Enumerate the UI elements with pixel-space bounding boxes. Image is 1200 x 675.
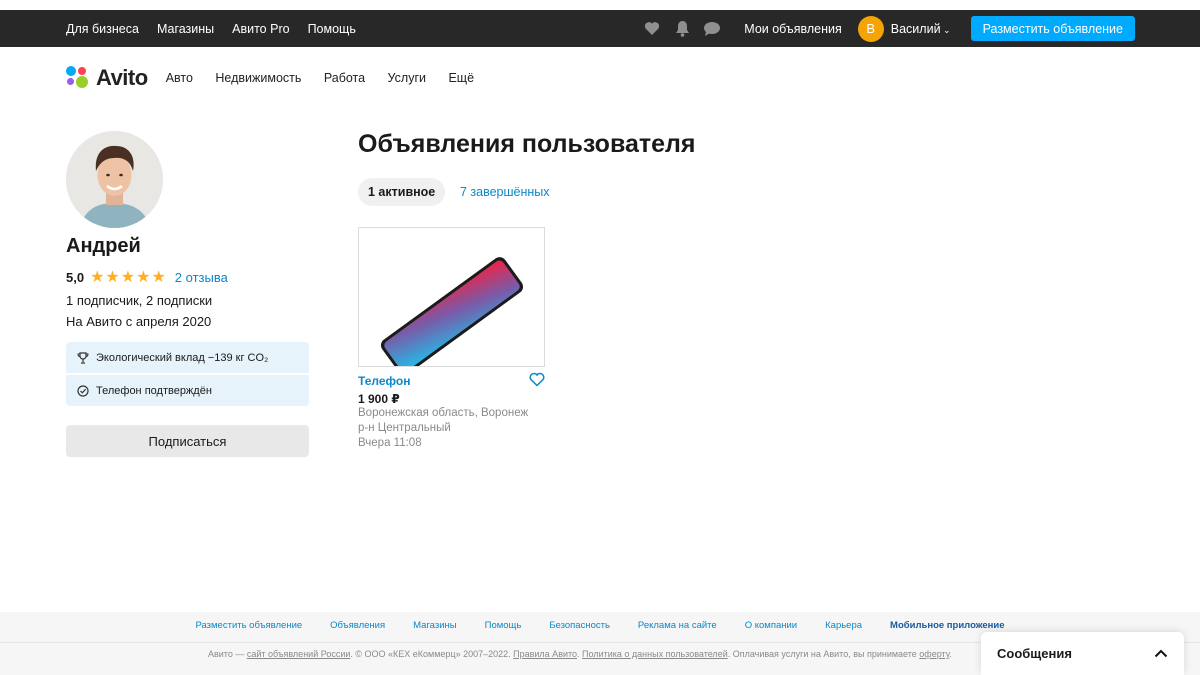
copy-tail: . Оплачивая услуги на Авито, вы принимае…: [727, 649, 920, 659]
check-circle-icon: [76, 384, 90, 398]
copy-link-site[interactable]: сайт объявлений России: [247, 649, 351, 659]
top-link-help[interactable]: Помощь: [308, 22, 356, 36]
favorite-heart-icon[interactable]: [529, 372, 545, 388]
copy-link-offer[interactable]: оферту: [919, 649, 949, 659]
listing-location-district: р-н Центральный: [358, 422, 451, 434]
footer-link-shops[interactable]: Магазины: [413, 620, 456, 631]
trophy-icon: [76, 351, 90, 365]
nav-realty[interactable]: Недвижимость: [215, 71, 301, 85]
bell-icon[interactable]: [672, 19, 692, 39]
rating-stars-icon: ★★★★★: [90, 269, 167, 286]
avito-logo[interactable]: Avito: [66, 65, 148, 91]
top-links: Для бизнеса Магазины Авито Pro Помощь: [66, 10, 374, 47]
footer-link-post-ad[interactable]: Разместить объявление: [195, 620, 302, 631]
top-right: Мои объявления В Василий ⌄ Разместить об…: [632, 10, 1135, 47]
eco-contribution: Экологический вклад −139 кг CO₂: [66, 342, 309, 373]
footer-links: Разместить объявление Объявления Магазин…: [0, 620, 1200, 631]
main-header: Avito Авто Недвижимость Работа Услуги Ещ…: [66, 60, 492, 96]
tab-active-listings[interactable]: 1 активное: [358, 178, 446, 206]
my-ads-link[interactable]: Мои объявления: [744, 22, 842, 36]
post-ad-button[interactable]: Разместить объявление: [970, 16, 1135, 41]
copy-prefix: Авито —: [208, 649, 247, 659]
copy-link-privacy[interactable]: Политика о данных пользователей: [582, 649, 728, 659]
heart-icon[interactable]: [642, 19, 662, 39]
subscriptions-info: 1 подписчик, 2 подписки: [66, 293, 213, 308]
rating-score: 5,0: [66, 269, 85, 285]
copy-link-rules[interactable]: Правила Авито: [513, 649, 577, 659]
listing-image[interactable]: [358, 227, 545, 367]
user-menu[interactable]: Василий ⌄: [891, 22, 951, 36]
user-name: Василий: [890, 21, 941, 36]
top-link-avito-pro[interactable]: Авито Pro: [232, 22, 289, 36]
logo-dots-icon: [66, 66, 90, 90]
chat-icon[interactable]: [702, 19, 722, 39]
nav-services[interactable]: Услуги: [388, 71, 426, 85]
footer-link-about[interactable]: О компании: [745, 620, 797, 631]
copy-end: .: [949, 649, 952, 659]
listing-price: 1 900 ₽: [358, 392, 400, 406]
phone-verified: Телефон подтверждён: [66, 375, 309, 406]
footer-link-ads[interactable]: Объявления: [330, 620, 385, 631]
nav-more[interactable]: Ещё: [448, 71, 474, 85]
footer-link-mobile-app[interactable]: Мобильное приложение: [890, 620, 1005, 631]
top-link-business[interactable]: Для бизнеса: [66, 22, 139, 36]
profile-avatar: [66, 131, 163, 228]
profile-name: Андрей: [66, 235, 141, 257]
logo-text: Avito: [96, 65, 148, 90]
category-nav: Авто Недвижимость Работа Услуги Ещё: [166, 69, 492, 87]
chevron-down-icon: ⌄: [940, 24, 951, 35]
top-link-shops[interactable]: Магазины: [157, 22, 214, 36]
page-title: Объявления пользователя: [358, 130, 696, 158]
listing-date: Вчера 11:08: [358, 437, 422, 449]
member-since: На Авито с апреля 2020: [66, 314, 212, 329]
tab-completed-listings[interactable]: 7 завершённых: [460, 178, 550, 206]
footer-link-advertising[interactable]: Реклама на сайте: [638, 620, 717, 631]
listing-title[interactable]: Телефон: [358, 374, 410, 388]
chevron-up-icon[interactable]: [1154, 645, 1168, 663]
top-bar: Для бизнеса Магазины Авито Pro Помощь Мо…: [0, 10, 1200, 47]
footer-copyright: Авито — сайт объявлений России. © ООО «К…: [208, 649, 952, 659]
reviews-link[interactable]: 2 отзыва: [175, 270, 228, 285]
footer-link-safety[interactable]: Безопасность: [549, 620, 610, 631]
eco-text: Экологический вклад −139 кг CO₂: [96, 351, 269, 364]
phone-verified-text: Телефон подтверждён: [96, 384, 212, 397]
nav-auto[interactable]: Авто: [166, 71, 193, 85]
nav-jobs[interactable]: Работа: [324, 71, 365, 85]
copy-company: . © ООО «КЕХ еКоммерц» 2007–2022.: [350, 649, 514, 659]
messages-label: Сообщения: [997, 646, 1072, 661]
listing-location-region: Воронежская область, Воронеж: [358, 407, 529, 419]
messages-widget[interactable]: Сообщения: [981, 632, 1184, 675]
profile-rating: 5,0 ★★★★★ 2 отзыва: [66, 267, 228, 287]
subscribe-button[interactable]: Подписаться: [66, 425, 309, 457]
footer-link-help[interactable]: Помощь: [485, 620, 522, 631]
user-avatar[interactable]: В: [857, 15, 884, 42]
footer-link-career[interactable]: Карьера: [825, 620, 862, 631]
